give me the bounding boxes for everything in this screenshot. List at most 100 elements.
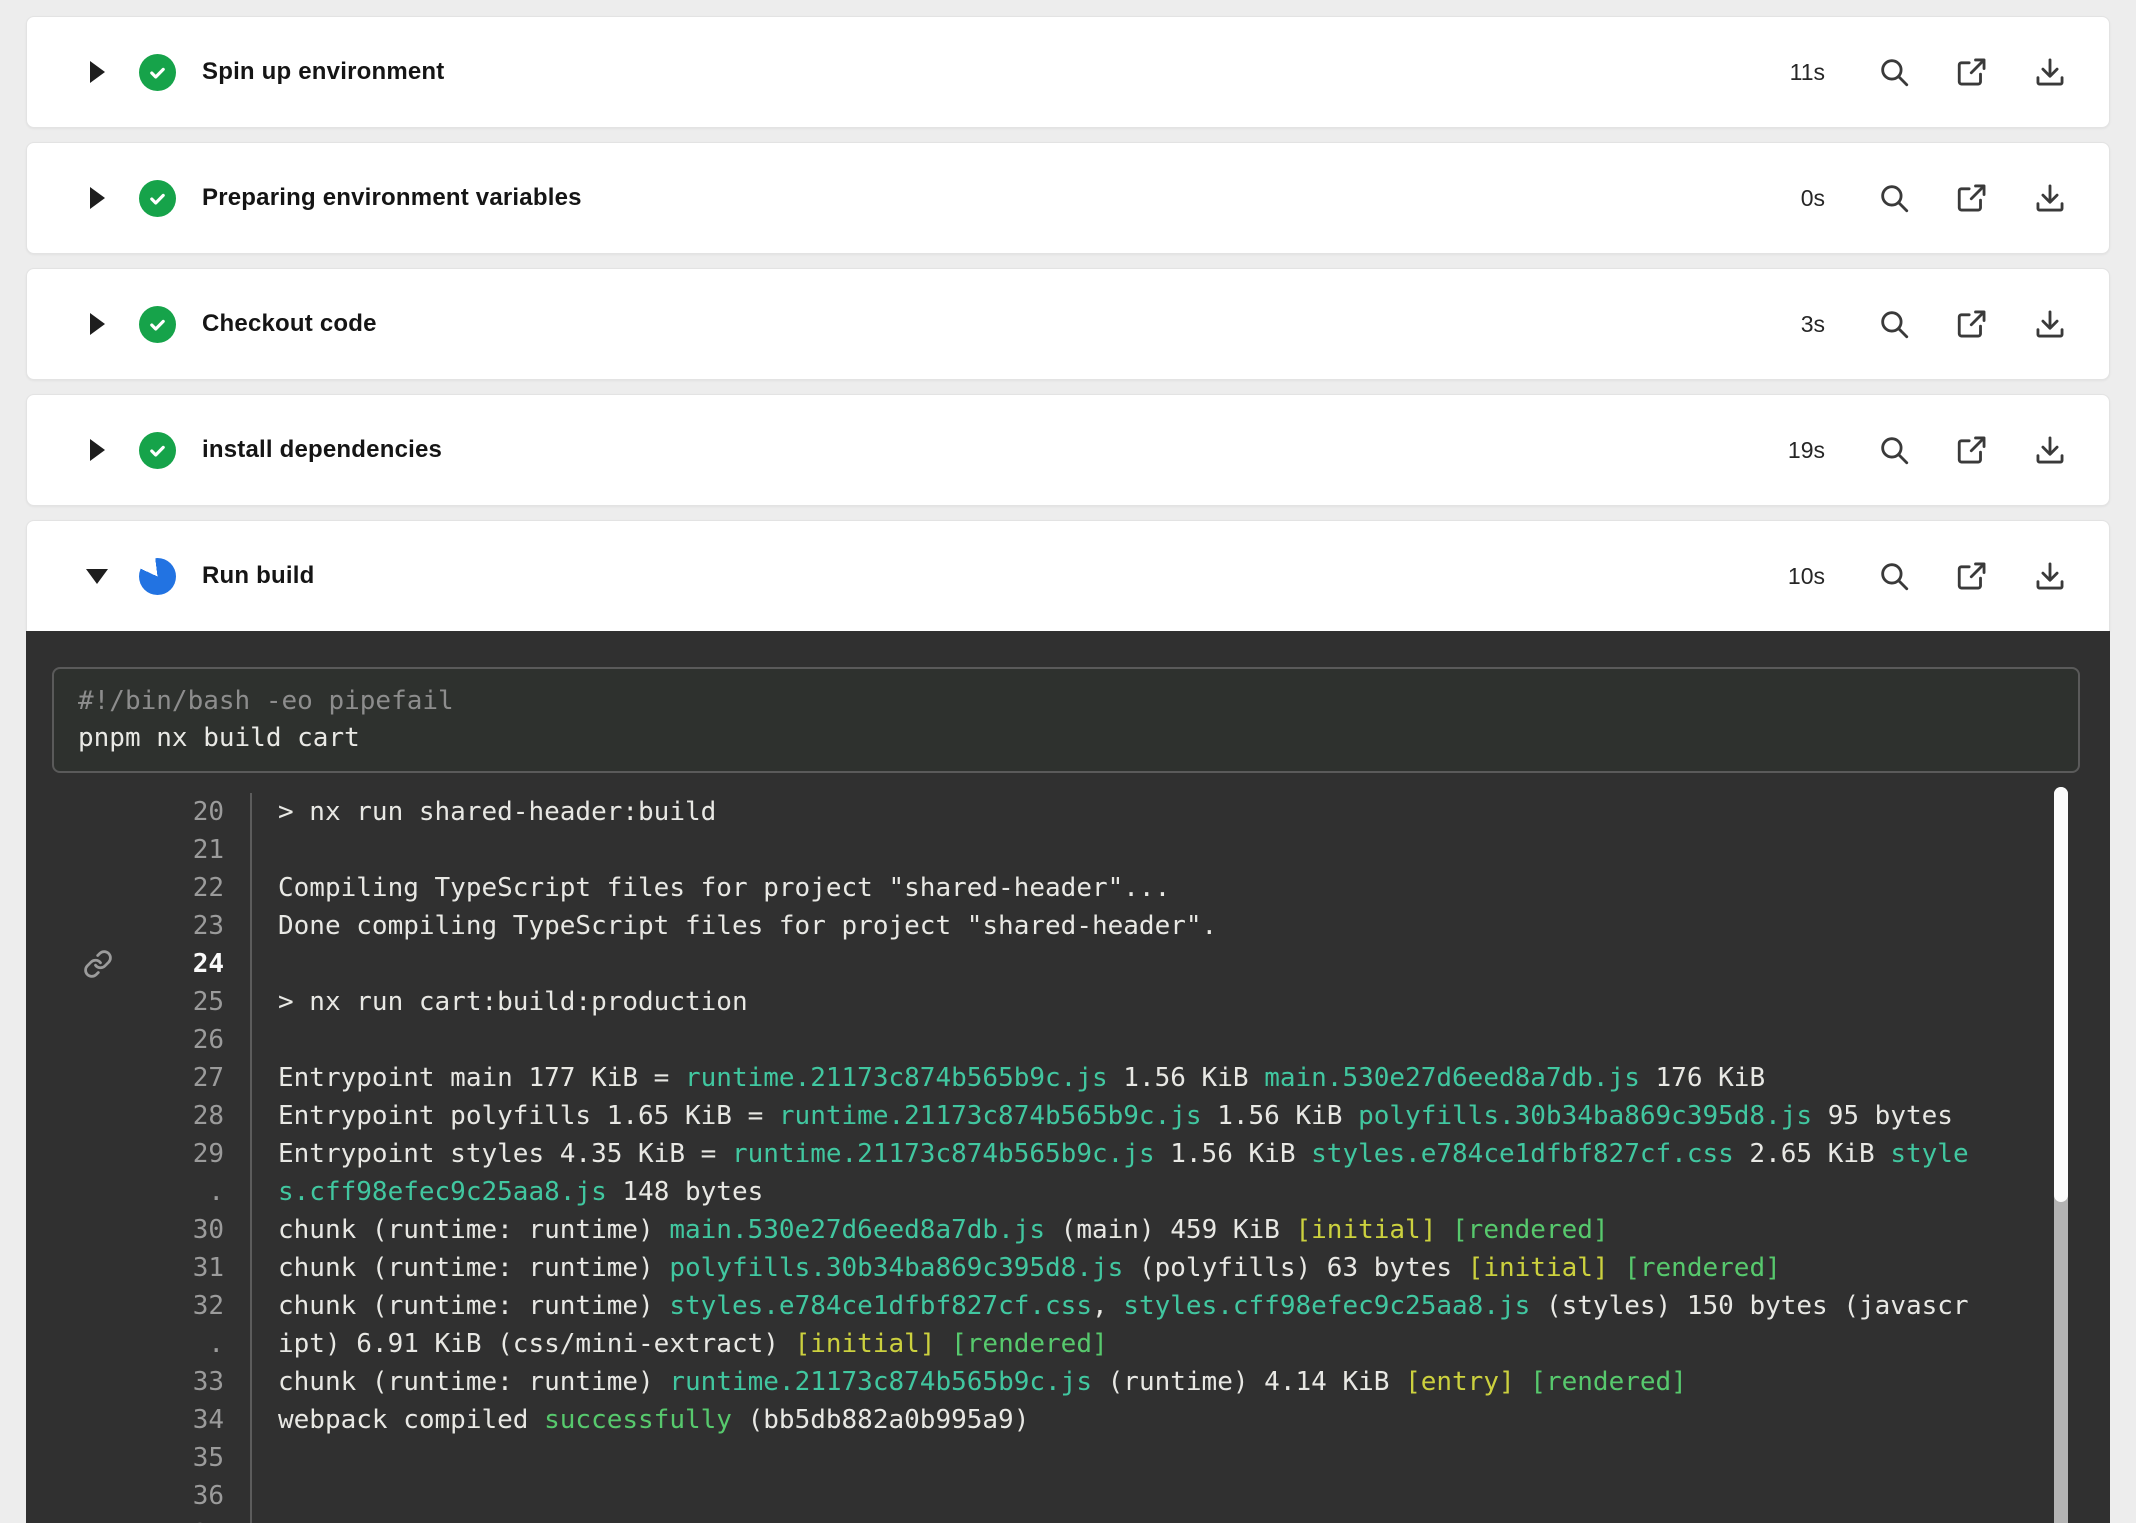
line-number[interactable]: 23 — [130, 907, 252, 945]
line-number[interactable]: 37 — [130, 1515, 252, 1523]
log-segment: chunk (runtime: runtime) — [278, 1253, 669, 1283]
line-number[interactable]: 30 — [130, 1211, 252, 1249]
log-segment: [rendered] — [1624, 1253, 1781, 1283]
expander-icon[interactable] — [87, 439, 107, 461]
step-row[interactable]: Run build 10s — [26, 520, 2110, 631]
log-area: 20 > nx run shared-header:build 21 22 Co… — [26, 793, 2110, 1523]
step-duration: 11s — [1745, 59, 1825, 86]
line-number[interactable]: . — [130, 1173, 252, 1211]
download-icon[interactable] — [2033, 559, 2067, 593]
log-segment[interactable]: styles.e784ce1dfbf827cf.css — [669, 1291, 1092, 1321]
log-segment: 176 KiB — [1640, 1063, 1765, 1093]
log-segment: Compiling TypeScript files for project "… — [278, 873, 1170, 903]
step-row[interactable]: install dependencies 19s — [26, 394, 2110, 506]
log-segment[interactable]: style — [1890, 1139, 1968, 1169]
step-duration: 10s — [1745, 563, 1825, 590]
step-row[interactable]: Checkout code 3s — [26, 268, 2110, 380]
step-actions — [1877, 55, 2109, 89]
link-icon[interactable] — [66, 945, 130, 983]
search-icon[interactable] — [1877, 559, 1911, 593]
log-segment: [initial] — [795, 1329, 936, 1359]
log-segment[interactable]: styles.cff98efec9c25aa8.js — [1123, 1291, 1530, 1321]
log-segment: Done compiling TypeScript files for proj… — [278, 911, 1217, 941]
log-line: 28 Entrypoint polyfills 1.65 KiB = runti… — [26, 1097, 2110, 1135]
download-icon[interactable] — [2033, 181, 2067, 215]
log-segment[interactable]: runtime.21173c874b565b9c.js — [779, 1101, 1202, 1131]
log-segment[interactable]: main.530e27d6eed8a7db.js — [1264, 1063, 1640, 1093]
line-number[interactable]: 25 — [130, 983, 252, 1021]
step-row[interactable]: Spin up environment 11s — [26, 16, 2110, 128]
log-segment: , — [1092, 1291, 1123, 1321]
log-segment: [initial] — [1468, 1253, 1609, 1283]
check-icon — [145, 60, 170, 85]
expander-icon[interactable] — [87, 61, 107, 83]
log-line: 21 — [26, 831, 2110, 869]
open-in-new-icon[interactable] — [1955, 55, 1989, 89]
line-text — [252, 1515, 278, 1523]
search-icon[interactable] — [1877, 433, 1911, 467]
scrollbar[interactable] — [2054, 787, 2068, 1523]
line-text: chunk (runtime: runtime) styles.e784ce1d… — [252, 1287, 1969, 1325]
expander-icon[interactable] — [87, 569, 107, 584]
log-segment[interactable]: s.cff98efec9c25aa8.js — [278, 1177, 607, 1207]
log-segment: webpack compiled — [278, 1405, 544, 1435]
line-number[interactable]: 31 — [130, 1249, 252, 1287]
open-in-new-icon[interactable] — [1955, 181, 1989, 215]
line-number[interactable]: 22 — [130, 869, 252, 907]
line-text: > nx run cart:build:production — [252, 983, 748, 1021]
line-number[interactable]: 34 — [130, 1401, 252, 1439]
log-segment: 1.56 KiB — [1202, 1101, 1359, 1131]
open-in-new-icon[interactable] — [1955, 559, 1989, 593]
line-number[interactable]: 32 — [130, 1287, 252, 1325]
scrollbar-thumb[interactable] — [2054, 787, 2068, 1202]
log-segment[interactable]: polyfills.30b34ba869c395d8.js — [1358, 1101, 1812, 1131]
line-text — [252, 1477, 278, 1515]
log-segment[interactable]: runtime.21173c874b565b9c.js — [669, 1367, 1092, 1397]
log-line: 20 > nx run shared-header:build — [26, 793, 2110, 831]
log-segment: Entrypoint main 177 KiB = — [278, 1063, 685, 1093]
download-icon[interactable] — [2033, 55, 2067, 89]
line-number[interactable]: 33 — [130, 1363, 252, 1401]
line-number[interactable]: 29 — [130, 1135, 252, 1173]
line-number[interactable]: 28 — [130, 1097, 252, 1135]
log-segment — [1436, 1215, 1452, 1245]
line-number[interactable]: . — [130, 1325, 252, 1363]
line-text: Entrypoint main 177 KiB = runtime.21173c… — [252, 1059, 1765, 1097]
log-segment: > nx run shared-header:build — [278, 797, 716, 827]
step-row[interactable]: Preparing environment variables 0s — [26, 142, 2110, 254]
line-number[interactable]: 35 — [130, 1439, 252, 1477]
status-icon — [139, 432, 176, 469]
step-duration: 3s — [1745, 311, 1825, 338]
command-text: pnpm nx build cart — [78, 720, 2054, 757]
search-icon[interactable] — [1877, 55, 1911, 89]
log-segment[interactable]: main.530e27d6eed8a7db.js — [669, 1215, 1045, 1245]
log-segment: ipt) 6.91 KiB (css/mini-extract) — [278, 1329, 795, 1359]
log-segment[interactable]: styles.e784ce1dfbf827cf.css — [1311, 1139, 1734, 1169]
expander-icon[interactable] — [87, 313, 107, 335]
log-line: 22 Compiling TypeScript files for projec… — [26, 869, 2110, 907]
download-icon[interactable] — [2033, 307, 2067, 341]
search-icon[interactable] — [1877, 181, 1911, 215]
line-number[interactable]: 20 — [130, 793, 252, 831]
search-icon[interactable] — [1877, 307, 1911, 341]
line-number[interactable]: 27 — [130, 1059, 252, 1097]
line-number[interactable]: 26 — [130, 1021, 252, 1059]
line-number[interactable]: 24 — [130, 945, 252, 983]
open-in-new-icon[interactable] — [1955, 307, 1989, 341]
log-segment[interactable]: polyfills.30b34ba869c395d8.js — [669, 1253, 1123, 1283]
expander-icon[interactable] — [87, 187, 107, 209]
log-segment[interactable]: runtime.21173c874b565b9c.js — [732, 1139, 1155, 1169]
open-in-new-icon[interactable] — [1955, 433, 1989, 467]
line-text: ipt) 6.91 KiB (css/mini-extract) [initia… — [252, 1325, 1108, 1363]
download-icon[interactable] — [2033, 433, 2067, 467]
step-duration: 19s — [1745, 437, 1825, 464]
line-number[interactable]: 36 — [130, 1477, 252, 1515]
log-line: 32 chunk (runtime: runtime) styles.e784c… — [26, 1287, 2110, 1325]
step-actions — [1877, 307, 2109, 341]
log-segment[interactable]: runtime.21173c874b565b9c.js — [685, 1063, 1108, 1093]
log-segment — [1515, 1367, 1531, 1397]
line-text — [252, 1021, 278, 1059]
log-segment: Entrypoint polyfills 1.65 KiB = — [278, 1101, 779, 1131]
line-number[interactable]: 21 — [130, 831, 252, 869]
log-segment: chunk (runtime: runtime) — [278, 1367, 669, 1397]
